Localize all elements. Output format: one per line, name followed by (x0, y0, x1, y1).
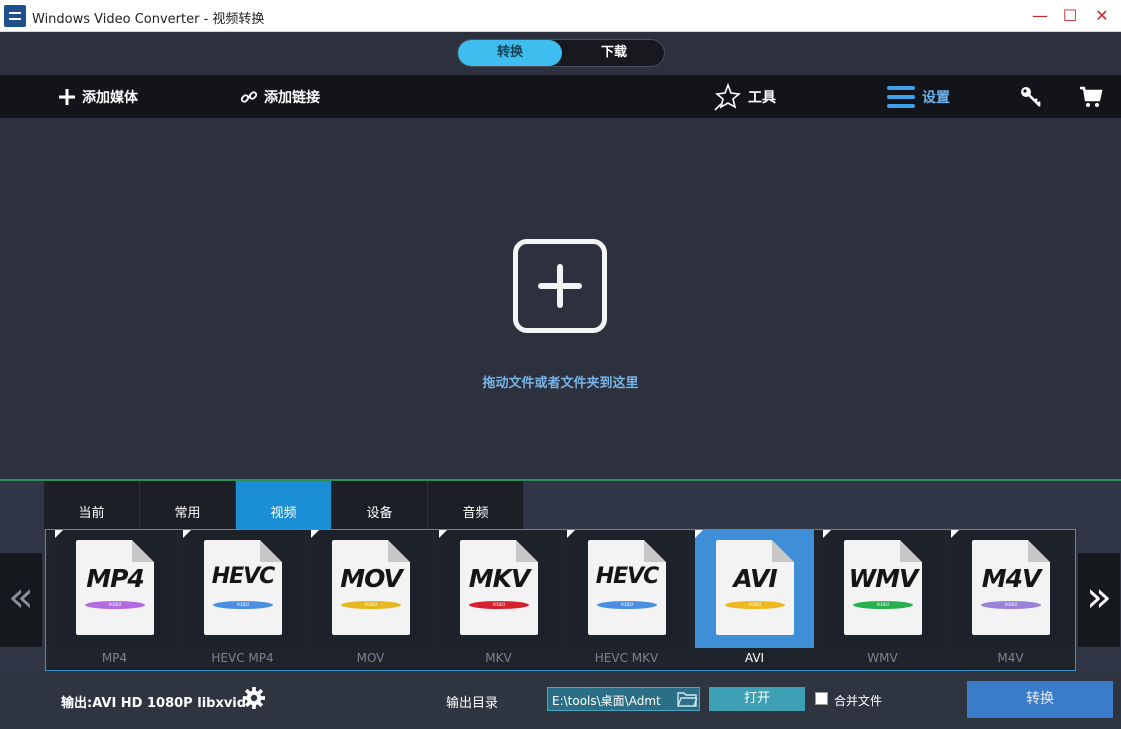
format-item-mov[interactable]: MOV VIDEO MOV (311, 530, 430, 670)
mode-download-button[interactable]: 下载 (562, 40, 664, 66)
output-dir-field[interactable]: E:\tools\桌面\Admt (547, 687, 700, 711)
format-item-wmv[interactable]: WMV VIDEO WMV (823, 530, 942, 670)
drop-zone[interactable]: 拖动文件或者文件夹到这里 (0, 118, 1121, 479)
format-item-hevc-mp4[interactable]: HEVC VIDEO HEVC MP4 (183, 530, 302, 670)
add-link-label: 添加链接 (264, 89, 320, 106)
add-media-label: 添加媒体 (82, 89, 138, 106)
tab-device[interactable]: 设备 (332, 481, 428, 529)
tools-button[interactable]: 工具 (712, 75, 776, 118)
main-toolbar: 添加媒体 添加链接 工具 设置 (0, 75, 1121, 118)
format-label: AVI (744, 651, 765, 665)
buy-cart-button[interactable] (1079, 75, 1109, 118)
cart-icon (1080, 86, 1103, 107)
format-tabs: 当前 常用 视频 设备 音频 (44, 481, 524, 529)
corner-mark (567, 530, 575, 538)
link-icon (240, 90, 258, 103)
menu-icon (887, 85, 915, 108)
output-dir-label: 输出目录 (446, 696, 499, 711)
format-label: WMV (867, 651, 898, 665)
tools-label: 工具 (748, 89, 776, 106)
folder-icon[interactable] (677, 690, 697, 708)
format-item-mkv[interactable]: MKV VIDEO MKV (439, 530, 558, 670)
magic-star-icon (714, 82, 741, 111)
mp4-file-icon: MP4 VIDEO (76, 540, 154, 635)
window-title: Windows Video Converter - 视频转换 (32, 12, 265, 27)
corner-mark (55, 530, 63, 538)
key-icon (1021, 86, 1041, 107)
hevc-file-icon: HEVC VIDEO (204, 540, 282, 635)
app-logo-icon (4, 5, 26, 27)
format-panel: 当前 常用 视频 设备 音频 « » MP4 VIDEO MP4 HEVC VI… (0, 481, 1121, 671)
format-item-m4v[interactable]: M4V VIDEO M4V (951, 530, 1070, 670)
settings-button[interactable]: 设置 (886, 75, 950, 118)
format-item-avi[interactable]: AVI VIDEO AVI (695, 530, 814, 670)
gear-icon[interactable] (243, 687, 265, 709)
bottom-bar: 输出:AVI HD 1080P libxvid 输出目录 E:\tools\桌面… (0, 671, 1121, 729)
corner-mark (951, 530, 959, 538)
mov-file-icon: MOV VIDEO (332, 540, 410, 635)
format-item-hevc-mkv[interactable]: HEVC VIDEO HEVC MKV (567, 530, 686, 670)
format-label: MOV (356, 651, 385, 665)
output-format-text: 输出:AVI HD 1080P libxvid (61, 696, 247, 711)
tab-current[interactable]: 当前 (44, 481, 140, 529)
maximize-button[interactable]: ☐ (1056, 4, 1084, 28)
next-page-button[interactable]: » (1078, 553, 1120, 647)
plus-icon (59, 88, 75, 105)
convert-button[interactable]: 转换 (967, 681, 1113, 718)
hevc-file-icon: HEVC VIDEO (588, 540, 666, 635)
corner-mark (311, 530, 319, 538)
merge-files-checkbox[interactable] (815, 692, 828, 705)
wmv-file-icon: WMV VIDEO (844, 540, 922, 635)
format-label: HEVC MKV (594, 651, 659, 665)
mode-switch: 转换 下载 (457, 39, 665, 67)
drop-hint-text: 拖动文件或者文件夹到这里 (482, 376, 639, 391)
title-bar: Windows Video Converter - 视频转换 — ☐ ✕ (0, 0, 1121, 32)
m4v-file-icon: M4V VIDEO (972, 540, 1050, 635)
corner-mark (439, 530, 447, 538)
format-grid: MP4 VIDEO MP4 HEVC VIDEO HEVC MP4 MOV VI… (45, 529, 1076, 671)
format-label: MP4 (101, 651, 128, 665)
format-item-mp4[interactable]: MP4 VIDEO MP4 (55, 530, 174, 670)
merge-files-label: 合并文件 (834, 694, 883, 708)
format-label: MKV (485, 651, 512, 665)
corner-mark (695, 530, 703, 538)
tab-audio[interactable]: 音频 (428, 481, 524, 529)
mode-convert-button[interactable]: 转换 (458, 40, 562, 66)
settings-label: 设置 (922, 89, 950, 106)
add-link-button[interactable]: 添加链接 (240, 75, 320, 118)
format-label: M4V (997, 651, 1024, 665)
format-label: HEVC MP4 (211, 651, 274, 665)
register-key-button[interactable] (1019, 75, 1049, 118)
mkv-file-icon: MKV VIDEO (460, 540, 538, 635)
tab-common[interactable]: 常用 (140, 481, 236, 529)
close-button[interactable]: ✕ (1088, 4, 1116, 28)
add-file-plus-icon[interactable] (513, 239, 607, 333)
open-folder-button[interactable]: 打开 (709, 687, 805, 711)
output-dir-value: E:\tools\桌面\Admt (552, 694, 661, 708)
tab-video[interactable]: 视频 (236, 481, 332, 529)
avi-file-icon: AVI VIDEO (716, 540, 794, 635)
minimize-button[interactable]: — (1026, 4, 1054, 28)
corner-mark (823, 530, 831, 538)
corner-mark (183, 530, 191, 538)
add-media-button[interactable]: 添加媒体 (58, 75, 138, 118)
prev-page-button[interactable]: « (0, 553, 42, 647)
